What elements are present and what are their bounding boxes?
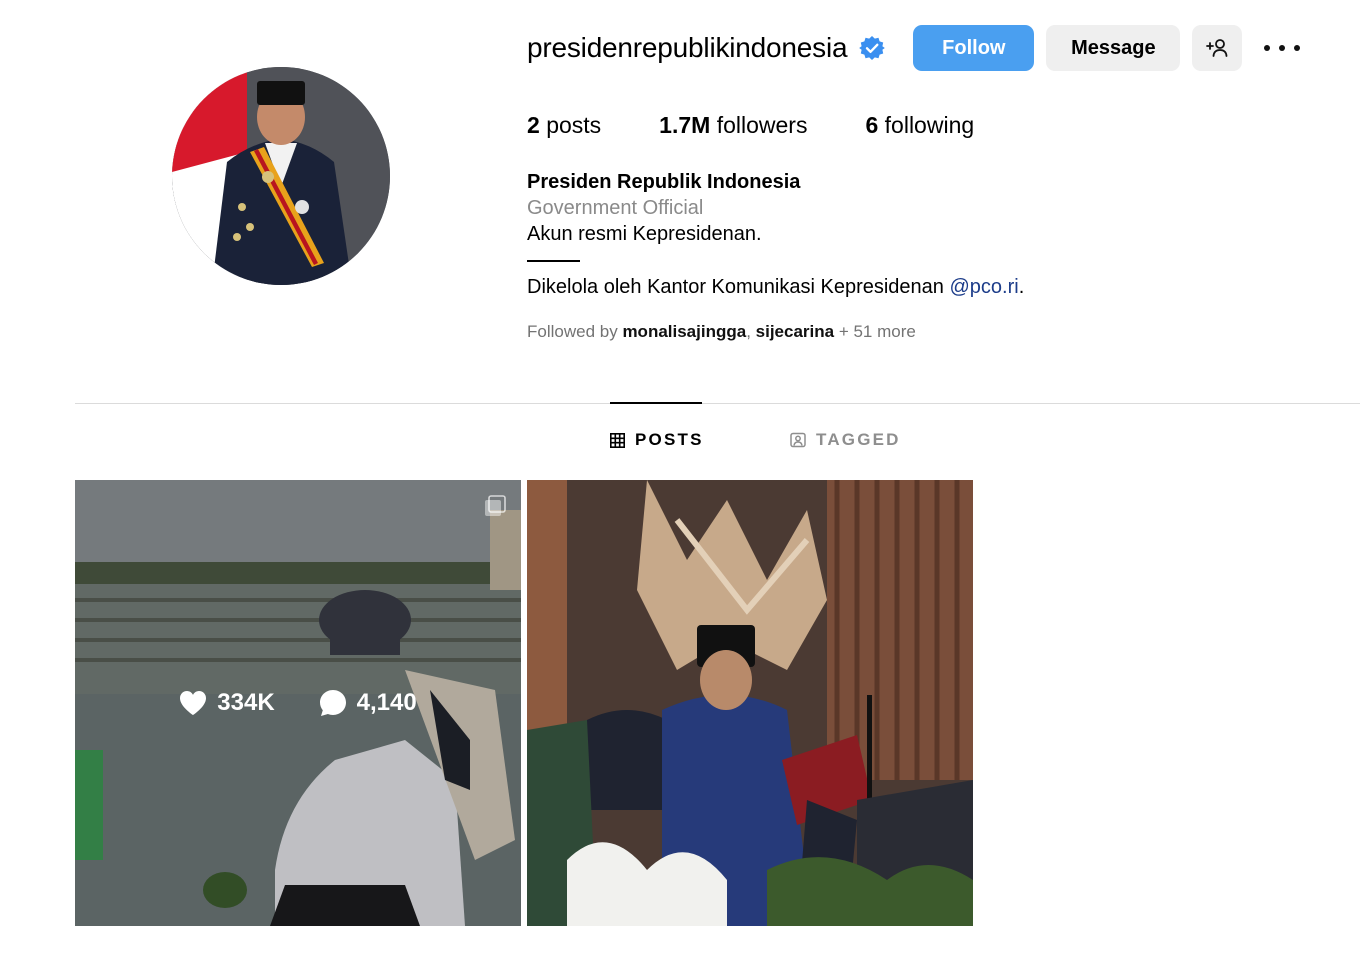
post-thumbnail[interactable]: 334K 4,140 [75, 480, 521, 926]
following-count: 6 [865, 112, 879, 138]
likes-stat: 334K [179, 689, 275, 717]
comments-stat: 4,140 [319, 689, 417, 717]
tab-tagged[interactable]: TAGGED [790, 430, 901, 450]
active-tab-indicator [610, 402, 702, 404]
followed-by[interactable]: Followed by monalisajingga, sijecarina +… [527, 322, 1320, 342]
bio-category: Government Official [527, 197, 704, 219]
more-options-icon[interactable] [1264, 33, 1301, 63]
bio-managed-end: . [1018, 276, 1025, 298]
profile-stats: 2 posts 1.7M followers 6 following [527, 112, 1320, 139]
followers-stat[interactable]: 1.7M followers [659, 112, 807, 139]
following-stat[interactable]: 6 following [865, 112, 974, 139]
grid-icon [610, 432, 625, 448]
bio-name: Presiden Republik Indonesia [527, 171, 801, 193]
post-image [527, 480, 973, 926]
followed-by-user: sijecarina [755, 322, 835, 341]
posts-stat: 2 posts [527, 112, 601, 139]
following-label: following [884, 112, 975, 138]
mention-link[interactable]: @pco.ri [949, 276, 1018, 298]
likes-count: 334K [217, 689, 275, 716]
add-user-icon [1206, 39, 1228, 57]
followed-by-suffix: + 51 more [834, 322, 916, 341]
profile-header: presidenrepublikindonesia Follow Message… [527, 24, 1320, 342]
tagged-icon [790, 432, 806, 448]
bio-managed-text: Dikelola oleh Kantor Komunikasi Kepresid… [527, 276, 950, 298]
profile-bio: Presiden Republik Indonesia Government O… [527, 169, 1320, 300]
followed-by-prefix: Followed by [527, 322, 623, 341]
verified-badge-icon [859, 35, 886, 61]
follow-button[interactable]: Follow [913, 25, 1035, 71]
followers-label: followers [716, 112, 808, 138]
followers-count: 1.7M [659, 112, 711, 138]
post-hover-overlay: 334K 4,140 [75, 480, 521, 926]
profile-tabs: POSTS TAGGED [0, 430, 1360, 456]
bio-line-managed: Dikelola oleh Kantor Komunikasi Kepresid… [527, 274, 1320, 300]
username: presidenrepublikindonesia [527, 32, 848, 63]
posts-count: 2 [527, 112, 540, 138]
profile-avatar[interactable] [172, 67, 390, 285]
posts-label: posts [546, 112, 602, 138]
tabs-divider [75, 403, 1360, 404]
heart-icon [180, 691, 207, 715]
tab-posts-label: POSTS [635, 430, 704, 449]
bio-line: Akun resmi Kepresidenan. [527, 223, 762, 245]
carousel-icon [485, 495, 506, 516]
comments-count: 4,140 [356, 689, 417, 716]
bio-divider [527, 260, 580, 262]
followed-by-user: monalisajingga [622, 322, 747, 341]
post-thumbnail[interactable] [527, 480, 973, 926]
tab-posts[interactable]: POSTS [610, 430, 704, 450]
title-row: presidenrepublikindonesia Follow Message [527, 24, 1320, 72]
tab-tagged-label: TAGGED [816, 430, 901, 449]
suggest-users-button[interactable] [1192, 25, 1243, 71]
followed-by-separator: , [746, 322, 756, 341]
message-button[interactable]: Message [1046, 25, 1181, 71]
comment-icon [319, 690, 346, 716]
